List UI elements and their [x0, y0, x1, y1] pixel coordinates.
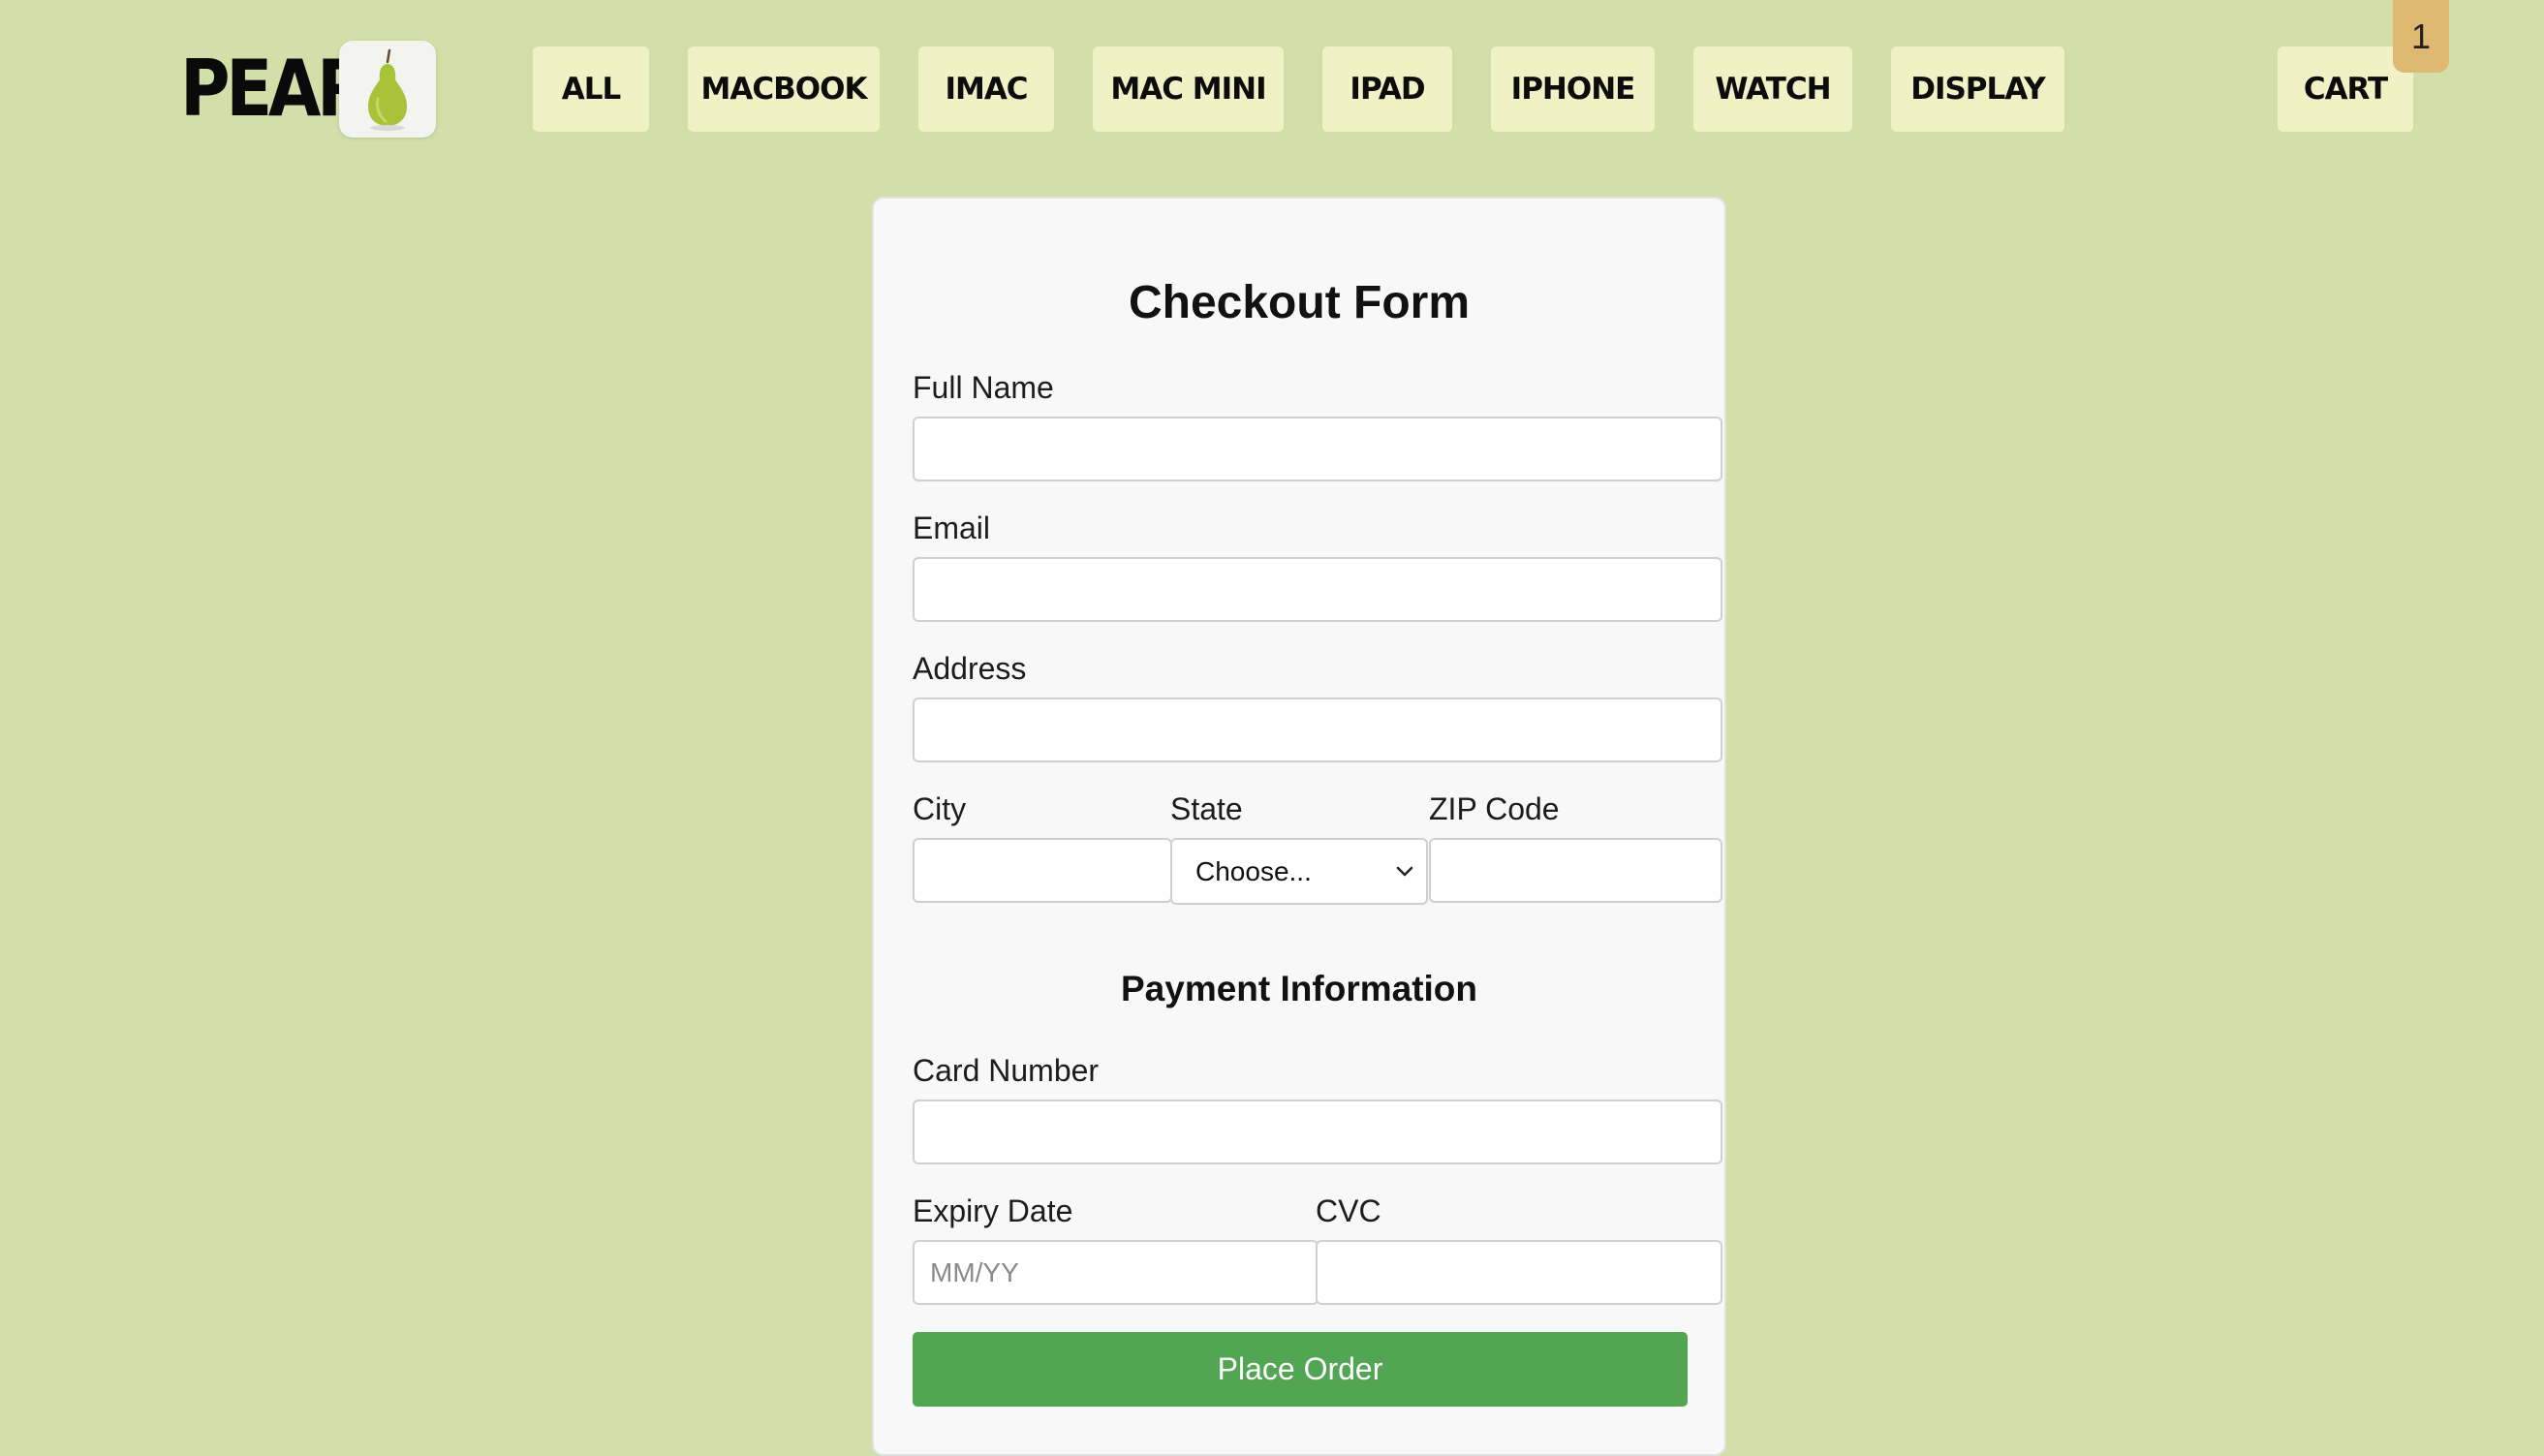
expiry-label: Expiry Date	[913, 1193, 1073, 1228]
checkout-form-card: Checkout Form Full Name Email Address Ci…	[872, 197, 1726, 1456]
email-label: Email	[913, 511, 991, 545]
city-label: City	[913, 791, 967, 826]
place-order-button[interactable]: Place Order	[913, 1332, 1688, 1407]
state-label: State	[1170, 791, 1243, 826]
card-number-label: Card Number	[913, 1053, 1100, 1088]
nav-item-all[interactable]: ALL	[533, 46, 649, 132]
nav-item-macbook[interactable]: MACBOOK	[688, 46, 880, 132]
cart-count-badge[interactable]: 1	[2393, 0, 2449, 73]
brand-name[interactable]: PEAR	[180, 43, 369, 136]
nav-item-display[interactable]: DISPLAY	[1891, 46, 2064, 132]
state-select[interactable]: Choose...	[1170, 838, 1428, 905]
full-name-input[interactable]	[913, 417, 1722, 481]
address-input[interactable]	[913, 697, 1722, 762]
city-input[interactable]	[913, 838, 1172, 903]
expiry-input[interactable]	[913, 1240, 1319, 1305]
cvc-input[interactable]	[1316, 1240, 1722, 1305]
email-input[interactable]	[913, 557, 1722, 622]
address-label: Address	[913, 651, 1027, 686]
full-name-label: Full Name	[913, 370, 1054, 405]
nav-item-imac[interactable]: IMAC	[918, 46, 1054, 132]
card-number-input[interactable]	[913, 1100, 1722, 1164]
nav-item-mac-mini[interactable]: MAC MINI	[1093, 46, 1284, 132]
payment-section-title: Payment Information	[1121, 969, 1477, 1008]
zip-input[interactable]	[1429, 838, 1722, 903]
nav-item-ipad[interactable]: IPAD	[1322, 46, 1452, 132]
cvc-label: CVC	[1316, 1193, 1381, 1228]
pear-logo-icon[interactable]	[339, 41, 436, 138]
zip-label: ZIP Code	[1429, 791, 1560, 826]
state-select-value: Choose...	[1195, 855, 1312, 886]
nav-item-iphone[interactable]: IPHONE	[1491, 46, 1655, 132]
top-nav-bar: PEAR ALL MACBOOK IMAC MAC MINI IPAD IPHO…	[0, 0, 2544, 174]
form-title: Checkout Form	[1128, 277, 1471, 328]
chevron-down-icon	[1396, 866, 1413, 877]
nav-item-watch[interactable]: WATCH	[1693, 46, 1852, 132]
